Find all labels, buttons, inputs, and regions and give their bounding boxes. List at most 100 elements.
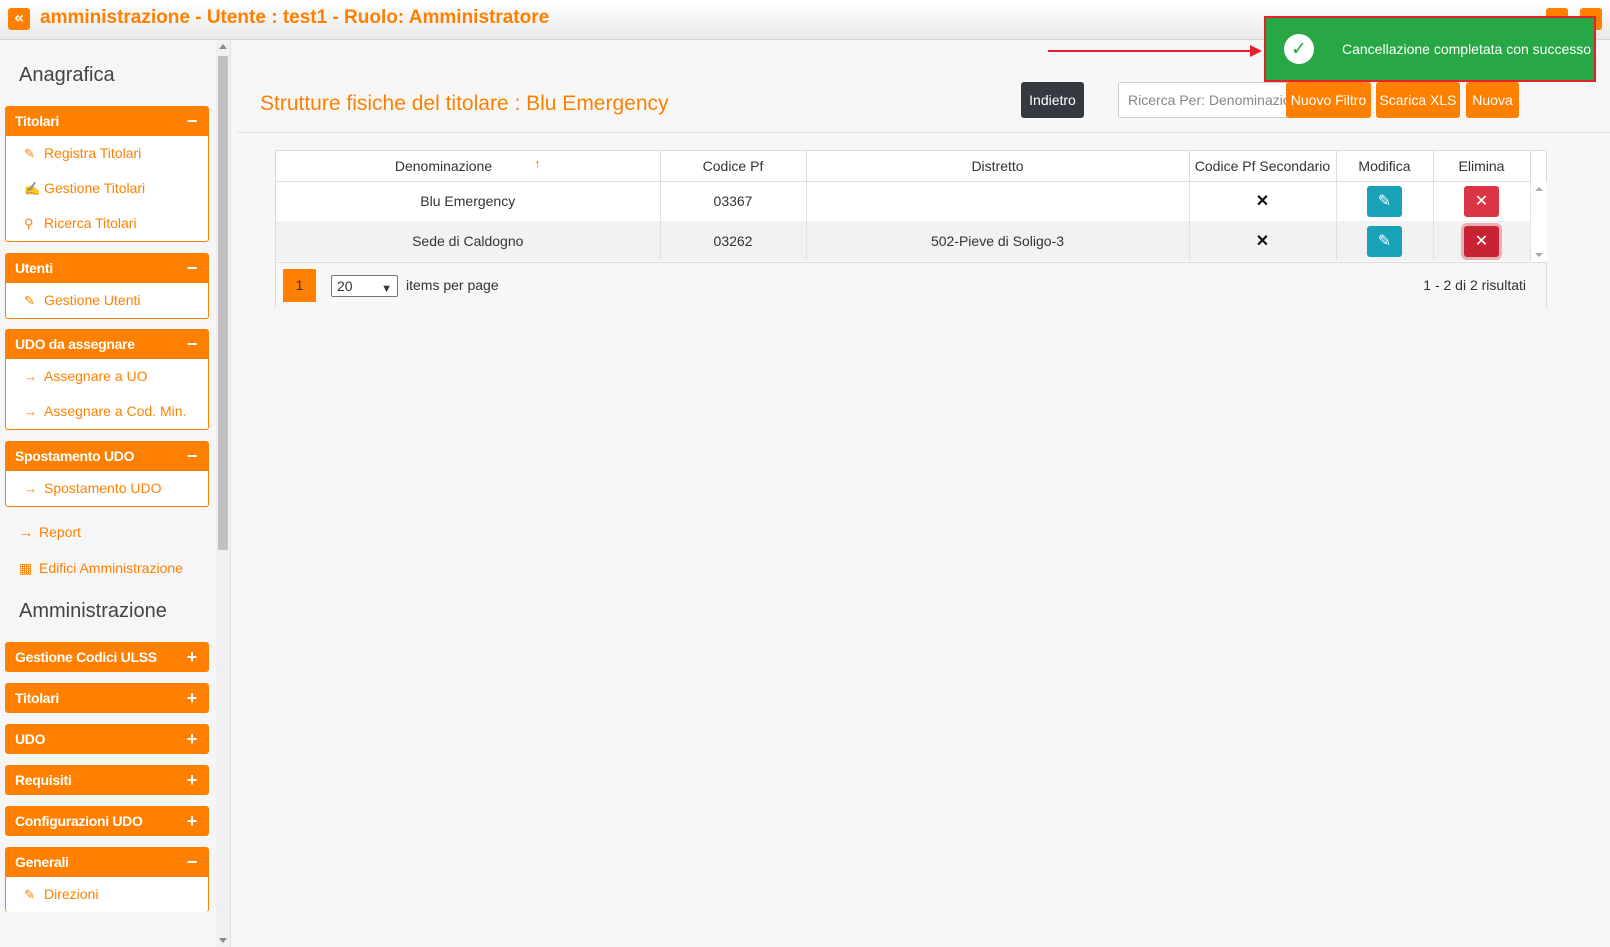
- group-header-utenti[interactable]: Utenti −: [5, 253, 209, 283]
- success-toast[interactable]: ✓ Cancellazione completata con successo: [1264, 16, 1596, 82]
- sidebar-item-label: Gestione Utenti: [44, 292, 141, 308]
- group-label: UDO: [15, 731, 46, 747]
- x-mark-icon: ✕: [1255, 193, 1270, 211]
- group-header-generali[interactable]: Generali −: [5, 847, 209, 877]
- pager: 1 20 ▼ items per page 1 - 2 di 2 risultat…: [276, 262, 1546, 308]
- group-header-udo-da-assegnare[interactable]: UDO da assegnare −: [5, 329, 209, 359]
- sidebar-item-edifici[interactable]: ▦ Edifici Amministrazione: [19, 560, 183, 577]
- arrow-right-icon: →: [19, 524, 33, 540]
- sort-ascending-icon[interactable]: ↑: [534, 156, 541, 171]
- group-label: Generali: [15, 854, 69, 870]
- cell-distretto: 502-Pieve di Soligo-3: [806, 221, 1190, 261]
- group-header-titolari-admin[interactable]: Titolari +: [5, 683, 209, 713]
- collapse-icon[interactable]: −: [187, 106, 198, 136]
- user-edit-icon: ✎: [24, 293, 35, 308]
- check-circle-icon: ✓: [1284, 34, 1314, 64]
- sidebar-item-ricerca-titolari[interactable]: ⚲ Ricerca Titolari: [6, 206, 208, 241]
- group-label: Gestione Codici ULSS: [15, 649, 157, 665]
- sidebar-group-spostamento-udo: Spostamento UDO − → Spostamento UDO: [5, 441, 209, 507]
- arrow-right-icon: →: [24, 481, 37, 496]
- delete-button[interactable]: ✕: [1464, 225, 1499, 257]
- arrow-right-icon: →: [24, 404, 37, 419]
- group-header-udo[interactable]: UDO +: [5, 724, 209, 754]
- collapse-icon[interactable]: −: [187, 847, 198, 877]
- new-filter-button[interactable]: Nuovo Filtro: [1286, 82, 1371, 118]
- edit-button[interactable]: ✎: [1367, 185, 1402, 217]
- sidebar-item-report[interactable]: → Report: [19, 524, 81, 540]
- sidebar-item-assegnare-uo[interactable]: → Assegnare a UO: [6, 359, 208, 394]
- sidebar-item-label: Spostamento UDO: [44, 480, 162, 496]
- sidebar-scrollbar[interactable]: [216, 40, 230, 947]
- scrollbar-thumb[interactable]: [218, 56, 228, 550]
- expand-icon[interactable]: +: [187, 765, 198, 795]
- main-content: Strutture fisiche del titolare : Blu Eme…: [238, 40, 1610, 947]
- expand-icon[interactable]: +: [187, 642, 198, 672]
- sidebar-item-gestione-utenti[interactable]: ✎ Gestione Utenti: [6, 283, 208, 318]
- sidebar-item-assegnare-cod-min[interactable]: → Assegnare a Cod. Min.: [6, 394, 208, 429]
- page-button[interactable]: 1: [283, 269, 316, 302]
- sidebar-item-direzioni[interactable]: ✎ Direzioni: [6, 877, 208, 912]
- sidebar-item-spostamento-udo[interactable]: → Spostamento UDO: [6, 471, 208, 506]
- user-edit-icon: ✎: [24, 146, 35, 161]
- app-title: amministrazione - Utente : test1 - Ruolo…: [40, 7, 550, 28]
- column-header-codice-pf[interactable]: Codice Pf: [660, 151, 807, 182]
- scroll-down-icon[interactable]: [219, 938, 227, 943]
- user-edit-icon: ✎: [24, 887, 35, 902]
- group-header-requisiti[interactable]: Requisiti +: [5, 765, 209, 795]
- group-label: Titolari: [15, 690, 60, 706]
- new-button[interactable]: Nuova: [1466, 82, 1519, 118]
- collapse-sidebar-button[interactable]: «: [8, 8, 30, 30]
- page-title: Strutture fisiche del titolare : Blu Eme…: [260, 92, 669, 115]
- sidebar-group-udo: UDO +: [5, 724, 209, 754]
- scroll-up-icon[interactable]: [1535, 187, 1543, 191]
- search-input[interactable]: [1118, 82, 1312, 118]
- column-header-denominazione[interactable]: Denominazione ↑: [276, 151, 661, 182]
- collapse-icon[interactable]: −: [187, 253, 198, 283]
- sidebar-item-label: Ricerca Titolari: [44, 215, 137, 231]
- sidebar-item-registra-titolari[interactable]: ✎ Registra Titolari: [6, 136, 208, 171]
- group-header-configurazioni-udo[interactable]: Configurazioni UDO +: [5, 806, 209, 836]
- sidebar-item-gestione-titolari[interactable]: ✍ Gestione Titolari: [6, 171, 208, 206]
- sidebar-group-udo-da-assegnare: UDO da assegnare − → Assegnare a UO → Asse…: [5, 329, 209, 430]
- cell-denominazione: Sede di Caldogno: [276, 221, 661, 261]
- delete-button[interactable]: ✕: [1464, 185, 1499, 217]
- toast-message: Cancellazione completata con successo: [1342, 41, 1592, 57]
- group-label: UDO da assegnare: [15, 336, 135, 352]
- grid-scrollbar[interactable]: [1531, 182, 1547, 262]
- sidebar: Anagrafica Titolari − ✎ Registra Titolari…: [0, 40, 231, 947]
- table-row[interactable]: Blu Emergency 03367 ✕ ✎ ✕: [276, 181, 1531, 221]
- cell-modifica: ✎: [1336, 181, 1434, 221]
- group-label: Requisiti: [15, 772, 72, 788]
- section-title-anagrafica: Anagrafica: [19, 64, 115, 86]
- column-header-distretto[interactable]: Distretto: [806, 151, 1190, 182]
- arrow-right-icon: →: [24, 369, 37, 384]
- scroll-up-icon[interactable]: [219, 44, 227, 49]
- data-grid: Denominazione ↑ Codice Pf Distretto Codic…: [275, 150, 1547, 308]
- group-header-spostamento-udo[interactable]: Spostamento UDO −: [5, 441, 209, 471]
- table-row[interactable]: Sede di Caldogno 03262 502-Pieve di Soli…: [276, 221, 1531, 261]
- scroll-down-icon[interactable]: [1535, 253, 1543, 257]
- page-size-select[interactable]: 20 ▼: [331, 275, 398, 297]
- sidebar-group-utenti: Utenti − ✎ Gestione Utenti: [5, 253, 209, 319]
- sidebar-group-requisiti: Requisiti +: [5, 765, 209, 795]
- edit-button[interactable]: ✎: [1367, 225, 1402, 257]
- expand-icon[interactable]: +: [187, 683, 198, 713]
- group-header-gestione-codici-ulss[interactable]: Gestione Codici ULSS +: [5, 642, 209, 672]
- expand-icon[interactable]: +: [187, 806, 198, 836]
- cell-modifica: ✎: [1336, 221, 1434, 261]
- sidebar-item-label: Assegnare a UO: [44, 368, 148, 384]
- chevron-down-icon: ▼: [381, 283, 392, 295]
- cell-denominazione: Blu Emergency: [276, 181, 661, 221]
- expand-icon[interactable]: +: [187, 724, 198, 754]
- cell-codice-pf: 03367: [660, 181, 807, 221]
- column-header-codice-pf-secondario[interactable]: Codice Pf Secondario: [1189, 151, 1337, 182]
- cell-codice-pf: 03262: [660, 221, 807, 261]
- sidebar-item-label: Assegnare a Cod. Min.: [44, 403, 187, 419]
- collapse-icon[interactable]: −: [187, 329, 198, 359]
- group-label: Titolari: [15, 113, 60, 129]
- download-xls-button[interactable]: Scarica XLS: [1376, 82, 1460, 118]
- group-header-titolari[interactable]: Titolari −: [5, 106, 209, 136]
- back-button[interactable]: Indietro: [1021, 82, 1084, 118]
- x-mark-icon: ✕: [1255, 233, 1270, 250]
- collapse-icon[interactable]: −: [187, 441, 198, 471]
